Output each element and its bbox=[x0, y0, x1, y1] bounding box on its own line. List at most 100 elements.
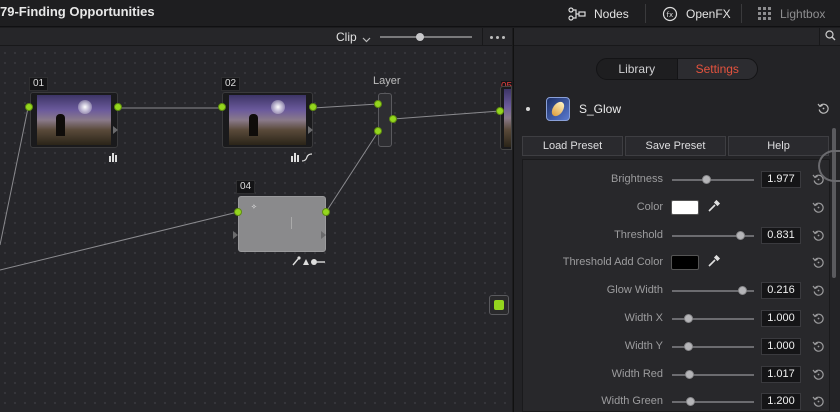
effect-name: S_Glow bbox=[579, 102, 622, 116]
node-input-connector[interactable] bbox=[218, 103, 226, 111]
param-reset-icon[interactable] bbox=[812, 312, 825, 330]
layer-input-connector[interactable] bbox=[374, 127, 382, 135]
project-title: 79-Finding Opportunities bbox=[0, 4, 155, 19]
param-label: Width Y bbox=[624, 339, 663, 352]
divider bbox=[741, 4, 742, 23]
tab-settings[interactable]: Settings bbox=[676, 59, 757, 79]
param-row-width-y: Width Y 1.000 bbox=[523, 333, 829, 361]
param-value-field[interactable]: 1.000 bbox=[761, 337, 801, 355]
param-row-width-x: Width X 1.000 bbox=[523, 305, 829, 333]
param-slider-handle[interactable] bbox=[701, 175, 711, 184]
node-output-connector[interactable] bbox=[114, 103, 122, 111]
node-01[interactable] bbox=[30, 92, 118, 148]
layer-mixer-label: Layer bbox=[373, 75, 401, 87]
node-output-connector[interactable] bbox=[309, 103, 317, 111]
node-key-output[interactable] bbox=[308, 126, 313, 134]
top-bar: 79-Finding Opportunities Nodes fx OpenFX… bbox=[0, 0, 840, 27]
param-reset-icon[interactable] bbox=[812, 284, 825, 302]
node-input-connector[interactable] bbox=[234, 208, 242, 216]
param-color-swatch[interactable] bbox=[671, 255, 699, 271]
node-02[interactable] bbox=[222, 92, 313, 148]
param-slider-handle[interactable] bbox=[684, 369, 694, 379]
clip-output-node[interactable] bbox=[489, 295, 509, 315]
save-preset-button[interactable]: Save Preset bbox=[625, 136, 726, 156]
param-slider-handle[interactable] bbox=[735, 230, 745, 240]
param-label: Threshold Add Color bbox=[562, 256, 663, 269]
openfx-settings-panel: Library Settings S_Glow Load Preset Save… bbox=[513, 28, 840, 412]
param-value-field[interactable]: 0.216 bbox=[761, 282, 801, 300]
node-input-connector[interactable] bbox=[25, 103, 33, 111]
load-preset-button[interactable]: Load Preset bbox=[522, 136, 623, 156]
node-thumbnail bbox=[37, 95, 111, 145]
param-value-field[interactable]: 1.000 bbox=[761, 310, 801, 327]
help-button[interactable]: Help bbox=[728, 136, 829, 156]
param-row-glow-width: Glow Width 0.216 bbox=[523, 277, 829, 305]
node-editor[interactable]: Clip 01 02 04 ✧ Layer bbox=[0, 28, 513, 412]
param-label: Brightness bbox=[611, 173, 663, 185]
param-value-field[interactable]: 1.200 bbox=[761, 393, 801, 411]
param-slider-track[interactable] bbox=[672, 401, 754, 404]
param-slider-track[interactable] bbox=[672, 179, 754, 181]
param-reset-icon[interactable] bbox=[812, 368, 825, 386]
param-reset-icon[interactable] bbox=[812, 201, 825, 219]
search-icon bbox=[825, 28, 836, 46]
param-value-field[interactable]: 1.017 bbox=[761, 365, 801, 383]
node-output-connector[interactable] bbox=[322, 208, 330, 216]
node-key-output[interactable] bbox=[321, 231, 326, 239]
layer-input-connector[interactable] bbox=[374, 100, 382, 108]
param-label: Threshold bbox=[614, 228, 663, 241]
param-row-width-green: Width Green 1.200 bbox=[523, 388, 829, 411]
node-number-01: 01 bbox=[29, 77, 49, 91]
param-slider-handle[interactable] bbox=[738, 286, 748, 296]
panel-toolbar bbox=[514, 28, 840, 46]
lightbox-button[interactable]: Lightbox bbox=[758, 0, 825, 27]
divider bbox=[645, 4, 646, 23]
param-label: Width Red bbox=[611, 367, 663, 380]
param-label: Width X bbox=[624, 312, 663, 324]
param-reset-icon[interactable] bbox=[812, 340, 825, 358]
eyedropper-icon[interactable] bbox=[707, 254, 721, 273]
node-number-02: 02 bbox=[221, 77, 241, 91]
lightbox-grid-icon bbox=[758, 6, 772, 21]
param-slider-handle[interactable] bbox=[683, 314, 693, 323]
param-slider-handle[interactable] bbox=[683, 341, 693, 351]
effect-header: S_Glow bbox=[514, 92, 840, 126]
layer-output-connector[interactable] bbox=[389, 115, 397, 123]
param-label: Width Green bbox=[601, 395, 663, 408]
search-button[interactable] bbox=[819, 28, 840, 46]
library-settings-toggle: Library Settings bbox=[596, 58, 758, 80]
openfx-button[interactable]: fx OpenFX bbox=[662, 0, 731, 27]
eyedropper-icon[interactable] bbox=[707, 199, 721, 218]
node-key-output[interactable] bbox=[113, 126, 118, 134]
param-value-field[interactable]: 1.977 bbox=[761, 171, 801, 188]
param-row-color: Color bbox=[523, 194, 829, 222]
svg-text:fx: fx bbox=[667, 11, 674, 19]
nodes-label: Nodes bbox=[594, 6, 629, 21]
param-row-width-red: Width Red 1.017 bbox=[523, 361, 829, 389]
nodes-button[interactable]: Nodes bbox=[568, 0, 629, 27]
effect-enabled-indicator[interactable] bbox=[526, 107, 530, 111]
histogram-icon bbox=[109, 153, 118, 164]
node-05[interactable] bbox=[500, 86, 512, 150]
param-reset-icon[interactable] bbox=[812, 229, 825, 247]
glow-effect-icon bbox=[546, 97, 570, 121]
lightbox-label: Lightbox bbox=[780, 6, 826, 21]
preset-button-row: Load Preset Save Preset Help bbox=[522, 136, 829, 156]
nodes-icon bbox=[568, 6, 586, 21]
param-value-field[interactable]: 0.831 bbox=[761, 226, 801, 244]
tab-library[interactable]: Library bbox=[597, 59, 677, 79]
reset-icon[interactable] bbox=[817, 102, 830, 120]
param-reset-icon[interactable] bbox=[812, 256, 825, 274]
param-label: Glow Width bbox=[606, 284, 663, 297]
node-input-connector[interactable] bbox=[496, 107, 504, 115]
openfx-label: OpenFX bbox=[686, 6, 731, 21]
param-slider-handle[interactable] bbox=[686, 397, 696, 407]
histogram-curves-icon bbox=[291, 153, 313, 164]
param-row-threshold: Threshold 0.831 bbox=[523, 222, 829, 250]
qualifier-window-key-icons bbox=[292, 256, 326, 268]
node-thumbnail bbox=[229, 95, 306, 145]
node-key-input[interactable] bbox=[233, 231, 238, 239]
node-04[interactable]: ✧ bbox=[238, 196, 326, 252]
param-color-swatch[interactable] bbox=[671, 199, 699, 215]
param-reset-icon[interactable] bbox=[812, 395, 825, 411]
